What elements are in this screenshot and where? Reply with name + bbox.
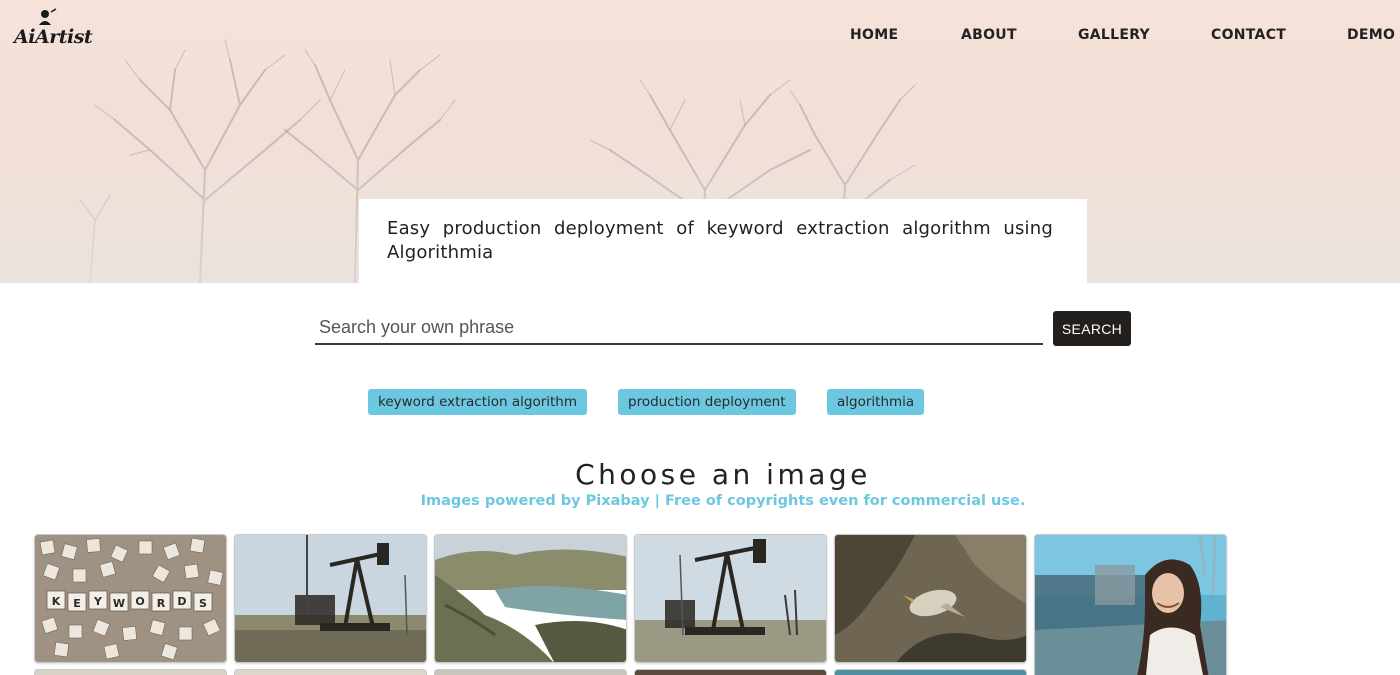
nav-about[interactable]: ABOUT [961,27,1017,43]
search-button[interactable]: SEARCH [1053,311,1131,346]
image-thumbnail-coastal-landscape[interactable] [434,534,627,663]
image-thumbnail-oil-pumpjack-2[interactable] [634,534,827,663]
nav-home[interactable]: HOME [850,27,898,43]
svg-text:S: S [199,597,207,610]
tag-keyword-extraction-algorithm[interactable]: keyword extraction algorithm [368,389,588,415]
page-headline: Easy production deployment of keyword ex… [387,218,1053,263]
tag-algorithmia[interactable]: algorithmia [827,389,925,415]
svg-text:K: K [52,595,61,608]
image-thumbnail-row2-4[interactable] [634,669,827,675]
main-nav: HOME ABOUT GALLERY CONTACT DEMO [0,27,1400,47]
svg-text:R: R [157,597,166,610]
image-thumbnail-row2-1[interactable] [34,669,227,675]
nav-demo[interactable]: DEMO [1347,27,1395,43]
gallery-title: Choose an image [575,458,871,491]
headline-card: Easy production deployment of keyword ex… [359,199,1087,283]
svg-text:O: O [135,595,144,608]
image-thumbnail-row2-3[interactable] [434,669,627,675]
svg-text:D: D [177,595,186,608]
image-thumbnail-bird-on-rock[interactable] [834,534,1027,663]
image-thumbnail-row2-5[interactable] [834,669,1027,675]
svg-text:W: W [113,597,125,610]
hero-banner: AiArtist HOME ABOUT GALLERY CONTACT DEMO… [0,0,1400,283]
image-thumbnail-scrabble-keywords[interactable]: K E Y W O R D S [34,534,227,663]
svg-text:E: E [73,597,81,610]
nav-gallery[interactable]: GALLERY [1078,27,1150,43]
gallery-attribution: Images powered by Pixabay | Free of copy… [420,493,1026,509]
nav-contact[interactable]: CONTACT [1211,27,1286,43]
artist-avatar-icon [39,8,57,25]
tag-production-deployment[interactable]: production deployment [618,389,796,415]
search-input[interactable] [315,311,1043,345]
image-thumbnail-oil-pumpjack-1[interactable] [234,534,427,663]
svg-text:Y: Y [93,595,103,608]
image-thumbnail-smiling-woman[interactable] [1034,534,1227,675]
image-thumbnail-row2-2[interactable] [234,669,427,675]
